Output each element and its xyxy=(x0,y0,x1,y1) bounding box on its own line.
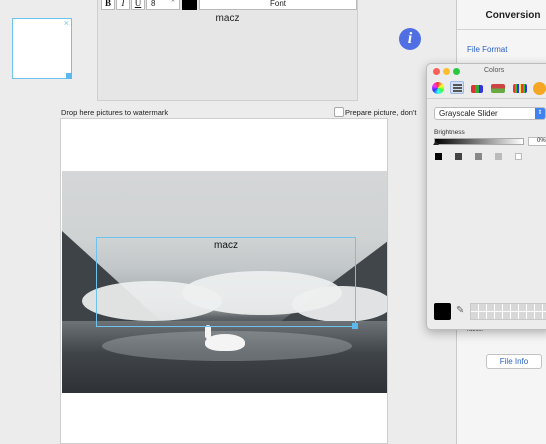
chevron-updown-icon[interactable]: ⇕ xyxy=(535,108,545,119)
font-button[interactable]: Font xyxy=(199,0,357,10)
file-info-button[interactable]: File Info xyxy=(486,354,542,369)
color-palettes-icon[interactable] xyxy=(471,85,483,93)
drop-zone[interactable]: macz xyxy=(60,118,388,444)
stepper-icon[interactable]: ⌃ xyxy=(170,0,176,9)
italic-button[interactable]: I xyxy=(116,0,130,10)
divider xyxy=(457,29,546,30)
close-icon[interactable]: × xyxy=(64,18,69,28)
font-size-field[interactable]: 8 ⌃ xyxy=(146,0,180,10)
brightness-value-field[interactable]: 0% xyxy=(528,137,546,146)
resize-handle[interactable] xyxy=(352,323,358,329)
minimize-window-button[interactable] xyxy=(443,68,450,75)
color-mode-toolbar xyxy=(427,78,546,99)
grayscale-swatch[interactable] xyxy=(475,153,482,160)
current-color-well[interactable] xyxy=(434,303,451,320)
swan xyxy=(205,334,245,351)
font-size-value: 8 xyxy=(151,0,156,8)
pencils-icon[interactable] xyxy=(513,84,527,93)
prepare-checkbox[interactable] xyxy=(334,107,344,117)
zoom-window-button[interactable] xyxy=(453,68,460,75)
file-format-label[interactable]: File Format xyxy=(467,45,507,54)
image-palettes-icon[interactable] xyxy=(491,84,505,93)
brightness-label: Brightness xyxy=(434,129,465,136)
grayscale-swatch[interactable] xyxy=(455,153,462,160)
eyedropper-icon[interactable]: ✎ xyxy=(456,305,464,316)
panel-title: Conversion xyxy=(485,10,541,21)
grayscale-swatch[interactable] xyxy=(495,153,502,160)
color-wheel-icon[interactable] xyxy=(432,82,444,94)
watermark-box[interactable]: macz xyxy=(96,237,358,329)
slider-mode-select[interactable]: Grayscale Slider ⇕ xyxy=(434,107,546,120)
grayscale-swatch[interactable] xyxy=(515,153,522,160)
resize-handle[interactable] xyxy=(66,73,72,79)
colors-title: Colors xyxy=(484,67,505,74)
brightness-slider[interactable] xyxy=(434,138,524,145)
crayons-icon[interactable] xyxy=(533,82,546,95)
watermark-preview[interactable]: × xyxy=(12,18,72,79)
bold-button[interactable]: B xyxy=(101,0,115,10)
watermark-text: macz xyxy=(214,240,238,251)
info-icon[interactable]: i xyxy=(399,28,421,50)
close-window-button[interactable] xyxy=(433,68,440,75)
slider-mode-value: Grayscale Slider xyxy=(439,109,498,118)
colors-titlebar[interactable]: Colors xyxy=(427,64,546,78)
grayscale-swatch[interactable] xyxy=(435,153,442,160)
format-toolbar: B I U 8 ⌃ Font xyxy=(98,0,357,11)
favorite-swatches-grid[interactable] xyxy=(470,303,546,320)
text-color-well[interactable] xyxy=(182,0,197,10)
colors-panel: Colors Grayscale Slider ⇕ Brightness 0% … xyxy=(426,63,546,330)
underline-button[interactable]: U xyxy=(131,0,145,10)
watermark-text-input[interactable]: macz xyxy=(98,13,357,24)
watermark-text-panel: B I U 8 ⌃ Font macz xyxy=(97,0,358,101)
drop-label: Drop here pictures to watermark xyxy=(61,108,169,117)
landscape-photo: macz xyxy=(62,171,387,393)
color-sliders-icon[interactable] xyxy=(450,81,464,94)
brightness-slider-knob[interactable] xyxy=(433,141,439,145)
prepare-label[interactable]: Prepare picture, don't xyxy=(345,108,416,117)
